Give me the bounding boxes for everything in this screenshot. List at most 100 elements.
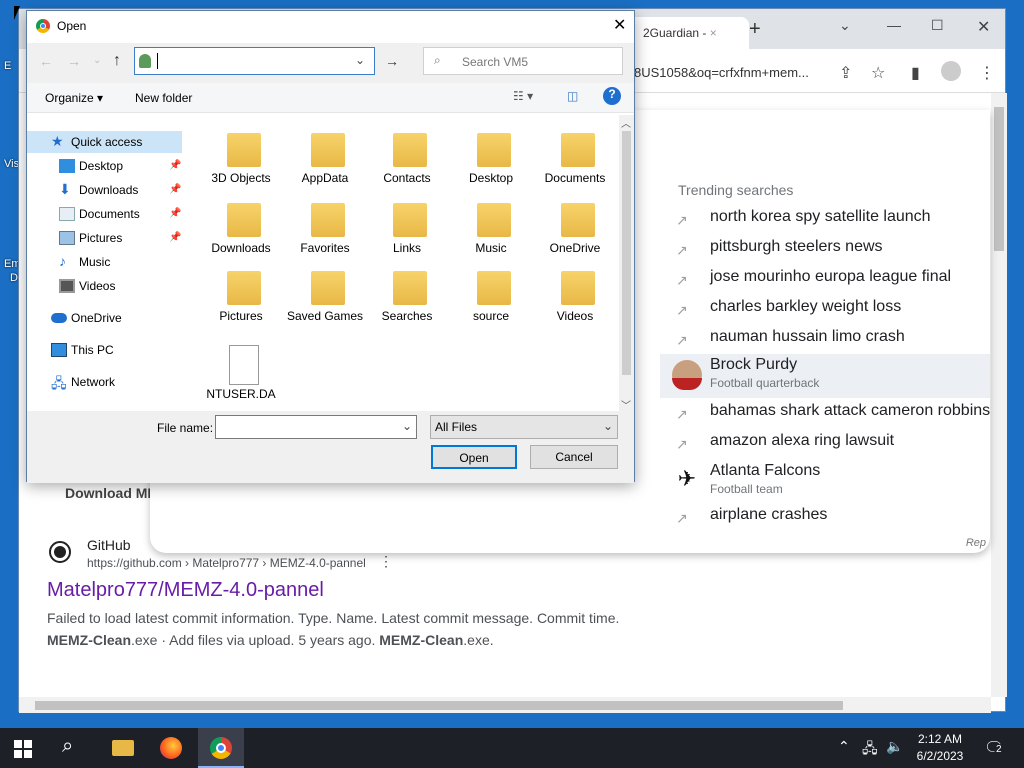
notification-center-icon[interactable]: 🗨2 (984, 738, 1004, 758)
trending-arrow-icon: ↗ (676, 436, 688, 452)
horizontal-scrollbar[interactable] (19, 697, 991, 713)
nav-item-onedrive[interactable]: OneDrive (27, 307, 183, 329)
tab-search-icon[interactable]: ⌄ (839, 17, 851, 34)
help-icon[interactable]: ? (603, 87, 621, 105)
favorites-folder-icon (311, 203, 345, 237)
result-snippet-2: MEMZ-Clean.exe · Add files via upload. 5… (47, 632, 494, 648)
file-item[interactable]: Downloads (201, 195, 281, 265)
suggestion-item[interactable]: ↗ jose mourinho europa league final (660, 266, 990, 296)
view-options-icon[interactable]: ☷ ▾ (513, 89, 533, 103)
back-arrow-icon[interactable]: ← (39, 53, 53, 69)
up-arrow-icon[interactable]: ↑ (113, 52, 121, 70)
suggestion-item[interactable]: ↗ airplane crashes (660, 504, 990, 534)
nav-item-videos[interactable]: Videos (27, 275, 183, 297)
suggestion-text: Atlanta Falcons (710, 462, 821, 479)
file-item[interactable]: Contacts (367, 125, 447, 195)
desktop-icon-label[interactable]: Vis (4, 158, 19, 170)
open-button[interactable]: Open (431, 445, 517, 469)
this-pc-icon (51, 343, 67, 357)
suggestion-item[interactable]: ↗ charles barkley weight loss (660, 296, 990, 326)
file-item[interactable]: Saved Games (285, 263, 365, 333)
nav-item-this-pc[interactable]: This PC (27, 339, 183, 361)
volume-muted-icon[interactable]: 🔈 (886, 738, 903, 755)
vertical-scrollbar[interactable] (991, 93, 1007, 697)
profile-avatar-icon[interactable] (941, 61, 961, 81)
nav-item-music[interactable]: ♪ Music (27, 251, 183, 273)
network-tray-icon[interactable]: 🖧 (862, 738, 878, 762)
firefox-icon[interactable] (160, 737, 182, 759)
file-label: Desktop (468, 171, 514, 185)
clock[interactable]: 2:12 AM 6/2/2023 (914, 732, 966, 763)
desktop-icon-label[interactable]: D (10, 272, 18, 284)
file-name-input[interactable]: ⌄ (215, 415, 417, 439)
suggestion-item[interactable]: ↗ pittsburgh steelers news (660, 236, 990, 266)
recent-locations-icon[interactable]: ⌄ (93, 55, 101, 66)
file-item[interactable]: Documents (535, 125, 615, 195)
nav-item-downloads[interactable]: ⬇ Downloads 📌 (27, 179, 183, 201)
file-item[interactable]: OneDrive (535, 195, 615, 265)
result-more-icon[interactable]: ⋮ (379, 553, 393, 570)
file-item[interactable]: NTUSER.DA (201, 341, 281, 411)
bookmark-star-icon[interactable]: ☆ (871, 63, 885, 83)
close-window-button[interactable]: ✕ (977, 17, 990, 37)
windows-start-icon[interactable] (14, 740, 32, 758)
nav-item-quick-access[interactable]: ★ Quick access (27, 131, 182, 153)
file-item[interactable]: Links (367, 195, 447, 265)
nav-item-documents[interactable]: Documents 📌 (27, 203, 183, 225)
file-item[interactable]: AppData (285, 125, 365, 195)
browser-tab[interactable]: 2Guardian - × (619, 17, 749, 49)
searches-folder-icon (393, 271, 427, 305)
file-list-scrollbar[interactable]: ︿ ﹀ (619, 115, 634, 412)
result-link-title[interactable]: Matelpro777/MEMZ-4.0-pannel (47, 579, 324, 602)
nav-item-desktop[interactable]: Desktop 📌 (27, 155, 183, 177)
file-item[interactable]: 3D Objects (201, 125, 281, 195)
suggestion-item[interactable]: ↗ north korea spy satellite launch (660, 206, 990, 236)
dialog-close-button[interactable]: ✕ (613, 15, 626, 35)
nav-item-network[interactable]: 🖧 Network (27, 371, 183, 393)
file-explorer-icon[interactable] (112, 740, 134, 756)
go-arrow-icon[interactable]: → (385, 53, 399, 69)
file-item[interactable]: Desktop (451, 125, 531, 195)
organize-button[interactable]: Organize ▾ (45, 91, 103, 105)
file-item[interactable]: Searches (367, 263, 447, 333)
file-item[interactable]: Videos (535, 263, 615, 333)
new-folder-button[interactable]: New folder (135, 91, 192, 105)
new-tab-button[interactable]: + (749, 18, 761, 41)
suggestion-item[interactable]: ↗ nauman hussain limo crash (660, 326, 990, 356)
suggestion-item[interactable]: Brock Purdy Football quarterback (660, 354, 990, 398)
file-item[interactable]: Pictures (201, 263, 281, 333)
suggestion-item[interactable]: ↗ amazon alexa ring lawsuit (660, 430, 990, 460)
open-file-dialog: Open ✕ ← → ⌄ ↑ ⌄ → ⌕ Search VM5 Organize… (26, 10, 635, 483)
cancel-button[interactable]: Cancel (530, 445, 618, 469)
trending-arrow-icon: ↗ (676, 510, 688, 526)
search-input[interactable]: ⌕ Search VM5 (423, 47, 623, 75)
preview-pane-icon[interactable]: ◫ (567, 89, 578, 103)
chrome-taskbar-button[interactable] (198, 728, 244, 768)
desktop-icon-label[interactable]: E (4, 60, 11, 72)
file-item[interactable]: Favorites (285, 195, 365, 265)
file-name-dropdown-icon[interactable]: ⌄ (402, 419, 412, 433)
suggestion-item[interactable]: ↗ bahamas shark attack cameron robbins (660, 400, 990, 430)
suggestion-text: nauman hussain limo crash (710, 328, 905, 345)
tray-chevron-icon[interactable]: ⌃ (838, 738, 850, 755)
maximize-button[interactable]: ☐ (931, 17, 944, 34)
minimize-button[interactable]: — (887, 17, 901, 33)
share-icon[interactable]: ⇪ (839, 63, 852, 83)
path-input[interactable]: ⌄ (134, 47, 375, 75)
file-type-select[interactable]: All Files ⌄ (430, 415, 618, 439)
forward-arrow-icon[interactable]: → (67, 53, 81, 69)
search-icon[interactable]: ⌕ (62, 735, 73, 758)
trending-arrow-icon: ↗ (676, 212, 688, 228)
trending-header: Trending searches (678, 182, 794, 198)
menu-kebab-icon[interactable]: ⋮ (979, 63, 995, 83)
nav-item-pictures[interactable]: Pictures 📌 (27, 227, 183, 249)
suggestion-item[interactable]: ✈ Atlanta Falcons Football team (660, 460, 990, 504)
report-link[interactable]: Rep (966, 537, 986, 549)
file-item[interactable]: Music (451, 195, 531, 265)
url-text[interactable]: 8US1058&oq=crfxfnm+mem... (634, 65, 809, 80)
result-site-name: GitHub (87, 537, 131, 553)
path-dropdown-icon[interactable]: ⌄ (355, 53, 365, 67)
file-item[interactable]: source (451, 263, 531, 333)
brock-purdy-avatar (672, 360, 702, 390)
side-panel-icon[interactable]: ▮ (911, 63, 920, 83)
